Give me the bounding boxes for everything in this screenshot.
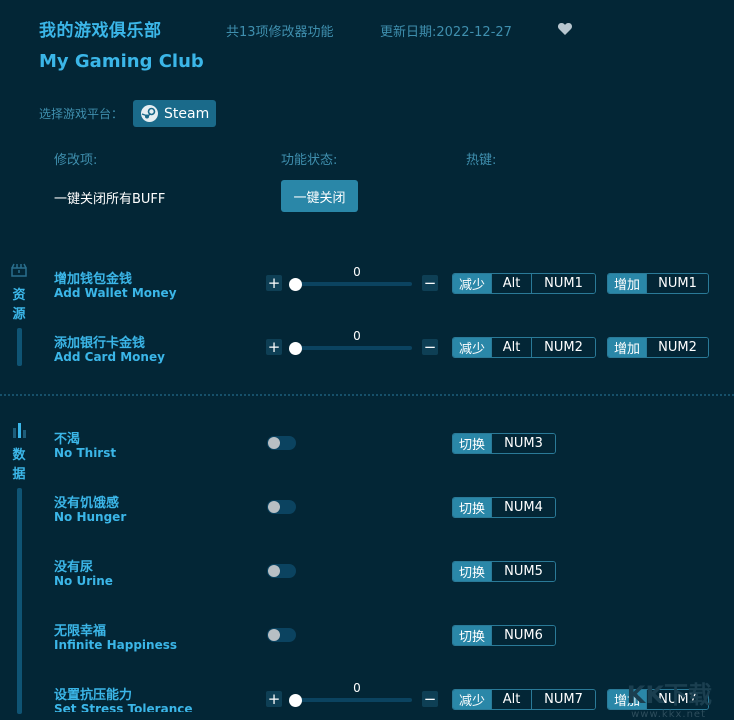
item-label-cn: 无限幸福: [54, 624, 107, 639]
hotkey-toggle[interactable]: 切换 NUM4: [452, 497, 557, 518]
hotkey-key: NUM4: [491, 498, 556, 517]
slider-value: 0: [353, 681, 361, 695]
hotkey-increase[interactable]: 增加 NUM2: [607, 337, 710, 358]
hotkey-decrease[interactable]: 减少 Alt NUM7: [452, 689, 597, 710]
slider-thumb[interactable]: [289, 694, 302, 707]
hotkey-decrease[interactable]: 减少 Alt NUM1: [452, 273, 597, 294]
hotkey-key: NUM6: [491, 626, 556, 645]
hotkey-key: NUM1: [531, 274, 596, 293]
slider-track[interactable]: [294, 698, 412, 702]
item-label-en: Infinite Happiness: [54, 638, 178, 652]
category-resources-label-2: 源: [12, 307, 26, 322]
toggle-knob: [268, 565, 280, 577]
slider-track[interactable]: [294, 346, 412, 350]
slider-thumb[interactable]: [289, 342, 302, 355]
item-label-en: No Hunger: [54, 510, 127, 524]
platform-steam-button[interactable]: Steam: [133, 100, 216, 127]
increase-button[interactable]: +: [266, 691, 282, 707]
decrease-button[interactable]: −: [422, 691, 438, 707]
hotkey-toggle[interactable]: 切换 NUM5: [452, 561, 557, 582]
decrease-button[interactable]: −: [422, 339, 438, 355]
item-label-cn: 没有尿: [54, 560, 94, 575]
hotkey-tag: 增加: [608, 274, 647, 293]
hotkey-key: NUM5: [491, 562, 556, 581]
toggle-knob: [268, 629, 280, 641]
feature-toggle[interactable]: [267, 436, 296, 450]
bar-chart-icon: [11, 422, 27, 438]
item-label-cn: 增加钱包金钱: [54, 272, 133, 287]
category-data-label-2: 据: [12, 467, 26, 482]
platform-steam-label: Steam: [164, 105, 210, 122]
steam-icon: [141, 105, 158, 122]
heart-icon[interactable]: [557, 21, 573, 37]
hotkey-modifier: Alt: [491, 690, 532, 709]
hotkey-key: NUM2: [646, 338, 709, 357]
watermark-logo: KK下载: [626, 681, 712, 709]
section-divider: [0, 394, 734, 396]
slider-value: 0: [353, 329, 361, 343]
item-label-en: Add Card Money: [54, 350, 165, 364]
hotkey-toggle[interactable]: 切换 NUM3: [452, 433, 557, 454]
decrease-button[interactable]: −: [422, 275, 438, 291]
slider-track[interactable]: [294, 282, 412, 286]
item-label-cn: 不渴: [54, 432, 81, 447]
category-data-bar: [16, 488, 22, 714]
increase-button[interactable]: +: [266, 339, 282, 355]
hotkey-key: NUM3: [491, 434, 556, 453]
category-resources-bar: [16, 328, 22, 366]
treasure-chest-icon: [11, 262, 27, 277]
hotkey-increase[interactable]: 增加 NUM1: [607, 273, 710, 294]
toggle-knob: [268, 501, 280, 513]
increase-button[interactable]: +: [266, 275, 282, 291]
item-label-en: No Urine: [54, 574, 113, 588]
hotkey-tag: 切换: [453, 434, 492, 453]
feature-toggle[interactable]: [267, 500, 296, 514]
hotkey-tag: 减少: [453, 274, 492, 293]
hotkey-key: NUM1: [646, 274, 709, 293]
slider-thumb[interactable]: [289, 278, 302, 291]
item-label-cn: 没有饥饿感: [54, 496, 120, 511]
hotkey-tag: 减少: [453, 338, 492, 357]
category-resources[interactable]: 资 源: [10, 262, 28, 366]
watermark-url: www.kkx.net: [631, 709, 706, 720]
feature-toggle[interactable]: [267, 628, 296, 642]
app-title-cn: 我的游戏俱乐部: [39, 21, 162, 41]
app-title-en: My Gaming Club: [39, 51, 204, 72]
hotkey-tag: 增加: [608, 338, 647, 357]
item-label-en: Add Wallet Money: [54, 286, 177, 300]
hotkey-tag: 减少: [453, 690, 492, 709]
category-data-label-1: 数: [12, 448, 26, 463]
hotkey-tag: 切换: [453, 562, 492, 581]
item-label-en: No Thirst: [54, 446, 117, 460]
hotkey-toggle[interactable]: 切换 NUM6: [452, 625, 557, 646]
hotkey-modifier: Alt: [491, 338, 532, 357]
hotkey-tag: 切换: [453, 498, 492, 517]
item-label-en: Set Stress Tolerance: [54, 702, 193, 712]
category-resources-label-1: 资: [12, 288, 26, 303]
hotkey-tag: 切换: [453, 626, 492, 645]
slider-value: 0: [353, 265, 361, 279]
column-header-item: 修改项:: [54, 153, 98, 168]
item-label-cn: 添加银行卡金钱: [54, 336, 146, 351]
feature-toggle[interactable]: [267, 564, 296, 578]
hotkey-key: NUM2: [531, 338, 596, 357]
close-all-buff-button[interactable]: 一键关闭: [281, 180, 358, 212]
category-data[interactable]: 数 据: [10, 422, 28, 714]
item-label-cn: 设置抗压能力: [54, 688, 133, 703]
hotkey-decrease[interactable]: 减少 Alt NUM2: [452, 337, 597, 358]
close-all-buff-label: 一键关闭所有BUFF: [54, 192, 166, 207]
column-header-hotkey: 热键:: [466, 153, 497, 168]
column-header-status: 功能状态:: [281, 153, 338, 168]
update-date: 更新日期:2022-12-27: [380, 25, 512, 40]
toggle-knob: [268, 437, 280, 449]
platform-label: 选择游戏平台：: [39, 107, 124, 121]
feature-count: 共13项修改器功能: [226, 25, 334, 40]
hotkey-modifier: Alt: [491, 274, 532, 293]
hotkey-key: NUM7: [531, 690, 596, 709]
